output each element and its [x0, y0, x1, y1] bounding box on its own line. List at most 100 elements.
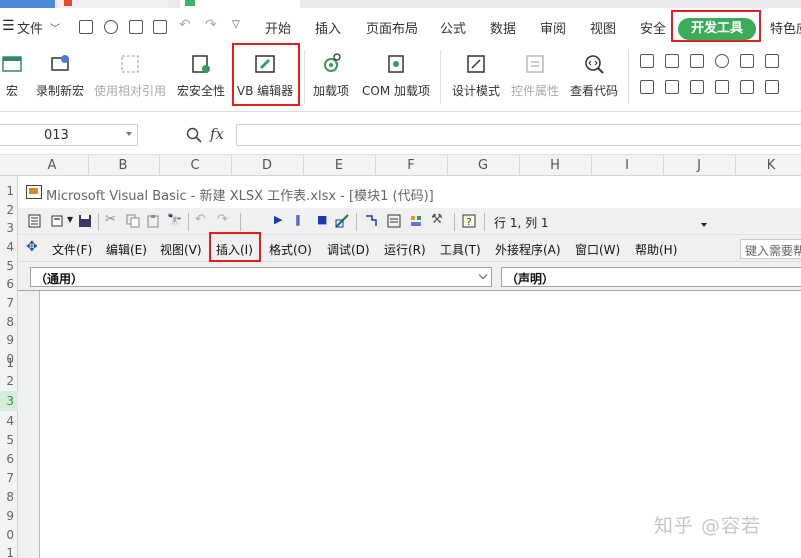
undo-icon[interactable]: ↶: [179, 17, 191, 33]
column-header-e[interactable]: E: [329, 158, 349, 173]
textbox-control-icon[interactable]: [665, 54, 679, 68]
procedure-dropdown[interactable]: （声明）: [501, 267, 801, 287]
name-box[interactable]: 013: [0, 124, 138, 146]
menu-page-layout[interactable]: 页面布局: [366, 18, 418, 37]
print-preview-icon[interactable]: [153, 20, 167, 34]
reset-icon[interactable]: ■: [317, 213, 331, 227]
addins-button[interactable]: 加载项: [308, 42, 354, 112]
workbook-tab[interactable]: [180, 0, 300, 8]
redo-icon[interactable]: ↷: [205, 17, 217, 33]
row-number[interactable]: 3: [6, 221, 14, 235]
row-number[interactable]: 0: [6, 528, 14, 542]
row-number[interactable]: 9: [6, 333, 14, 347]
vba-menu-view[interactable]: 视图(V): [160, 241, 202, 258]
redo-icon[interactable]: ↷: [217, 212, 231, 227]
menu-data[interactable]: 数据: [490, 18, 516, 37]
document-tab[interactable]: [58, 0, 168, 8]
chevron-down-icon[interactable]: ▼: [67, 215, 73, 224]
menu-view[interactable]: 视图: [590, 18, 616, 37]
vba-menu-tools[interactable]: 工具(T): [440, 241, 481, 258]
toolbox-icon[interactable]: ⚒: [431, 212, 445, 227]
column-header-g[interactable]: G: [473, 158, 493, 173]
row-number[interactable]: 9: [6, 509, 14, 523]
save-icon[interactable]: [79, 20, 93, 34]
button-control-icon[interactable]: [690, 54, 704, 68]
code-margin[interactable]: [18, 291, 40, 558]
record-macro-button[interactable]: 录制新宏: [30, 42, 90, 112]
column-header-h[interactable]: H: [545, 158, 565, 173]
view-code-button[interactable]: 查看代码: [566, 42, 622, 112]
combobox-control-icon[interactable]: [765, 54, 779, 68]
checkbox-control-icon[interactable]: [640, 54, 654, 68]
cut-icon[interactable]: ✂: [105, 212, 119, 227]
row-number[interactable]: 1: [6, 356, 14, 370]
design-mode-icon[interactable]: [335, 214, 349, 228]
column-header-j[interactable]: J: [689, 158, 709, 173]
print-icon[interactable]: [129, 20, 143, 34]
find-icon[interactable]: 🔭: [167, 213, 182, 227]
project-explorer-icon[interactable]: [364, 214, 378, 228]
undo-icon[interactable]: ↶: [195, 212, 209, 227]
hamburger-icon[interactable]: ☰: [2, 18, 15, 34]
row-number[interactable]: 4: [6, 240, 14, 254]
row-number[interactable]: 8: [6, 315, 14, 329]
menu-file[interactable]: 文件: [17, 18, 43, 37]
chevron-down-icon[interactable]: ﹀: [50, 20, 60, 35]
row-number[interactable]: 5: [6, 433, 14, 447]
vba-menu-edit[interactable]: 编辑(E): [106, 241, 147, 258]
vba-menu-file[interactable]: 文件(F): [52, 241, 92, 258]
break-icon[interactable]: ‖: [295, 213, 309, 227]
row-number[interactable]: 7: [6, 296, 14, 310]
menu-insert[interactable]: 插入: [315, 18, 341, 37]
save-icon[interactable]: [78, 214, 92, 228]
label-control-icon[interactable]: [715, 80, 729, 94]
row-number[interactable]: 5: [6, 259, 14, 273]
vba-menu-format[interactable]: 格式(O): [269, 241, 312, 258]
relative-reference-button[interactable]: 使用相对引用: [92, 42, 168, 112]
vba-menu-help[interactable]: 帮助(H): [635, 241, 677, 258]
menu-security[interactable]: 安全: [640, 18, 666, 37]
help-search-box[interactable]: 键入需要帮: [740, 239, 801, 259]
home-tab[interactable]: [0, 0, 55, 8]
column-header-f[interactable]: F: [401, 158, 421, 173]
row-number[interactable]: 2: [6, 203, 14, 217]
vba-menu-window[interactable]: 窗口(W): [575, 241, 620, 258]
formula-input[interactable]: [236, 124, 801, 146]
menu-formula[interactable]: 公式: [440, 18, 466, 37]
row-number[interactable]: 1: [6, 546, 14, 558]
view-excel-icon[interactable]: [28, 214, 42, 228]
insert-module-icon[interactable]: [51, 214, 65, 228]
zoom-icon[interactable]: [186, 127, 202, 143]
row-number[interactable]: 7: [6, 471, 14, 485]
copy-icon[interactable]: [126, 214, 140, 228]
help-icon[interactable]: ?: [462, 214, 476, 228]
column-header-b[interactable]: B: [113, 158, 133, 173]
vba-excel-icon[interactable]: ✥: [26, 239, 38, 255]
toolbar-options-icon[interactable]: [701, 223, 707, 227]
menu-home[interactable]: 开始: [265, 18, 291, 37]
row-number[interactable]: 2: [6, 374, 14, 388]
radio-control-icon[interactable]: [715, 54, 729, 68]
design-mode-button[interactable]: 设计模式: [448, 42, 504, 112]
fx-icon[interactable]: fx: [210, 125, 224, 143]
more-dropdown-icon[interactable]: ▽: [232, 19, 240, 30]
row-number[interactable]: 4: [6, 414, 14, 428]
macro-button[interactable]: 宏: [0, 42, 32, 112]
row-number[interactable]: 6: [6, 452, 14, 466]
menu-review[interactable]: 审阅: [540, 18, 566, 37]
row-number[interactable]: 8: [6, 490, 14, 504]
control-properties-button[interactable]: 控件属性: [507, 42, 563, 112]
column-header-k[interactable]: K: [761, 158, 781, 173]
more-controls-icon[interactable]: [765, 80, 779, 94]
spin-control-icon[interactable]: [640, 80, 654, 94]
macro-security-button[interactable]: 宏安全性: [173, 42, 229, 112]
column-header-a[interactable]: A: [42, 158, 62, 173]
vba-menu-addins[interactable]: 外接程序(A): [495, 241, 561, 258]
row-number-selected[interactable]: 3: [6, 394, 14, 408]
column-header-c[interactable]: C: [185, 158, 205, 173]
menu-special[interactable]: 特色应: [770, 18, 801, 37]
image-control-icon[interactable]: [740, 80, 754, 94]
object-browser-icon[interactable]: [409, 214, 423, 228]
vba-menu-debug[interactable]: 调试(D): [327, 241, 370, 258]
object-dropdown[interactable]: （通用）: [30, 267, 492, 287]
